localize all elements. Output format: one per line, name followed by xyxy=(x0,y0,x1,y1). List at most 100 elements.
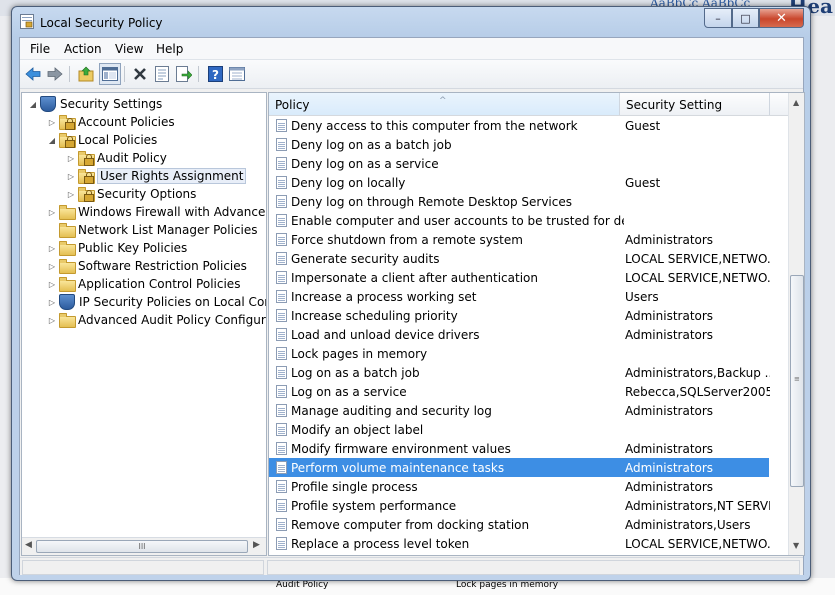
help-icon: ? xyxy=(207,66,223,82)
tree-item-label: Public Key Policies xyxy=(78,241,188,255)
expand-icon[interactable]: ▷ xyxy=(66,153,76,163)
up-folder-button[interactable] xyxy=(77,65,95,83)
tree-item-label: Security Options xyxy=(97,187,197,201)
menu-file[interactable]: File xyxy=(30,42,50,56)
policy-document-icon xyxy=(276,385,287,398)
background-tree-item: Audit Policy xyxy=(276,580,329,590)
policy-row[interactable]: Modify firmware environment values Admini… xyxy=(269,439,769,458)
help-button[interactable]: ? xyxy=(206,65,224,83)
expand-icon[interactable]: ▷ xyxy=(47,117,57,127)
policy-row[interactable]: Deny log on as a batch job xyxy=(269,135,769,154)
tree-item[interactable]: ▷ Account Policies xyxy=(47,113,175,131)
folder-icon xyxy=(59,205,76,220)
policy-document-icon xyxy=(276,157,287,170)
expand-icon[interactable]: ▷ xyxy=(47,297,57,307)
security-setting-cell: Administrators xyxy=(625,403,714,418)
policy-row[interactable]: Manage auditing and security log Administ… xyxy=(269,401,769,420)
expand-icon[interactable]: ▷ xyxy=(47,261,57,271)
show-hide-tree-button[interactable] xyxy=(99,63,121,85)
security-setting-cell: Users xyxy=(625,289,659,304)
toolbar-separator xyxy=(124,66,125,82)
tree-item[interactable]: ▷ Software Restriction Policies xyxy=(47,257,247,275)
export-list-button[interactable] xyxy=(175,65,193,83)
menu-help[interactable]: Help xyxy=(156,42,183,56)
policy-row[interactable]: Remove computer from docking station Admi… xyxy=(269,515,769,534)
menu-action[interactable]: Action xyxy=(64,42,102,56)
forward-button[interactable] xyxy=(46,65,64,83)
expand-icon[interactable]: ▷ xyxy=(47,279,57,289)
column-header-policy[interactable]: Policy ^ xyxy=(269,93,620,115)
policy-row[interactable]: Increase scheduling priority Administrato… xyxy=(269,306,769,325)
tree-item[interactable]: ▷ Security Options xyxy=(66,185,196,203)
policy-row[interactable]: Enable computer and user accounts to be … xyxy=(269,211,769,230)
policy-row[interactable]: Replace a process level token LOCAL SERVI… xyxy=(269,534,770,553)
tree-item[interactable]: ▷ Windows Firewall with Advanced Secu xyxy=(47,203,266,221)
collapse-icon[interactable]: ◢ xyxy=(28,99,38,109)
list-vertical-scrollbar[interactable]: ▲ ≡ ▼ xyxy=(788,93,804,555)
policy-row[interactable]: Deny log on through Remote Desktop Servi… xyxy=(269,192,769,211)
policy-document-icon xyxy=(276,347,287,360)
policy-row[interactable]: Lock pages in memory xyxy=(269,344,769,363)
expand-icon[interactable]: ▷ xyxy=(47,243,57,253)
expand-icon[interactable]: ▷ xyxy=(47,315,57,325)
policy-name-cell: Modify an object label xyxy=(291,422,424,437)
policy-row[interactable]: Increase a process working set Users xyxy=(269,287,769,306)
properties-button[interactable] xyxy=(153,65,171,83)
tree-item[interactable]: ▷ Advanced Audit Policy Configuration xyxy=(47,311,266,329)
minimize-button[interactable]: – xyxy=(704,8,732,28)
menu-view[interactable]: View xyxy=(115,42,143,56)
tree-item[interactable]: ▷ Application Control Policies xyxy=(47,275,240,293)
policy-name-cell: Replace a process level token xyxy=(291,536,470,551)
expand-icon[interactable]: ▷ xyxy=(47,207,57,217)
scrollbar-thumb[interactable]: III xyxy=(36,540,248,553)
expand-icon[interactable]: ▷ xyxy=(66,171,76,181)
scroll-right-icon[interactable]: ▶ xyxy=(253,540,260,550)
scroll-left-icon[interactable]: ◀ xyxy=(25,540,32,550)
policy-row[interactable]: Load and unload device drivers Administra… xyxy=(269,325,769,344)
tree-item-label: Network List Manager Policies xyxy=(78,223,258,237)
maximize-button[interactable]: □ xyxy=(732,8,759,28)
tree-item[interactable]: ◢ Security Settings xyxy=(28,95,162,113)
expand-icon[interactable] xyxy=(47,225,57,235)
view-button[interactable] xyxy=(228,65,246,83)
tree-item[interactable]: ▷ IP Security Policies on Local Compute xyxy=(47,293,266,311)
scroll-up-icon[interactable]: ▲ xyxy=(793,98,799,107)
policy-row[interactable]: Impersonate a client after authenticatio… xyxy=(269,268,770,287)
locked-folder-icon xyxy=(59,133,76,148)
policy-name-cell: Deny access to this computer from the ne… xyxy=(291,118,578,133)
tree-item[interactable]: Network List Manager Policies xyxy=(47,221,258,239)
policy-document-icon xyxy=(276,423,287,436)
delete-button[interactable] xyxy=(131,65,149,83)
scroll-grip-icon: ≡ xyxy=(794,375,800,383)
policy-row[interactable]: Deny log on locally Guest xyxy=(269,173,769,192)
policy-row[interactable]: Log on as a batch job Administrators,Back… xyxy=(269,363,770,382)
policy-row[interactable]: Deny log on as a service xyxy=(269,154,769,173)
tree-horizontal-scrollbar[interactable]: ◀ III ▶ xyxy=(22,537,266,555)
column-header-security-setting[interactable]: Security Setting xyxy=(620,93,770,115)
tree-item[interactable]: ▷ User Rights Assignment xyxy=(66,167,247,185)
title-bar[interactable]: Local Security Policy – □ ✕ xyxy=(12,7,810,37)
policy-document-icon xyxy=(276,537,287,550)
locked-folder-icon xyxy=(78,187,95,202)
policy-row[interactable]: Log on as a service Rebecca,SQLServer2005… xyxy=(269,382,770,401)
policy-row[interactable]: Profile single process Administrators xyxy=(269,477,769,496)
policy-row[interactable]: Modify an object label xyxy=(269,420,769,439)
security-setting-cell: Administrators,NT SERVI... xyxy=(625,498,770,513)
close-button[interactable]: ✕ xyxy=(759,8,804,28)
background-list-item: Lock pages in memory xyxy=(456,580,559,590)
policy-name-cell: Enable computer and user accounts to be … xyxy=(291,213,624,228)
policy-row[interactable]: Force shutdown from a remote system Admin… xyxy=(269,230,769,249)
tree-item[interactable]: ▷ Public Key Policies xyxy=(47,239,187,257)
scroll-down-icon[interactable]: ▼ xyxy=(793,541,799,550)
collapse-icon[interactable]: ◢ xyxy=(47,135,57,145)
policy-row[interactable]: Generate security audits LOCAL SERVICE,NE… xyxy=(269,249,770,268)
tree-item[interactable]: ▷ Audit Policy xyxy=(66,149,167,167)
policy-row[interactable]: Perform volume maintenance tasks Administ… xyxy=(269,458,769,477)
expand-icon[interactable]: ▷ xyxy=(66,189,76,199)
scrollbar-thumb[interactable]: ≡ xyxy=(790,275,804,487)
policy-name-cell: Impersonate a client after authenticatio… xyxy=(291,270,538,285)
policy-row[interactable]: Profile system performance Administrators… xyxy=(269,496,770,515)
policy-row[interactable]: Deny access to this computer from the ne… xyxy=(269,116,769,135)
tree-item[interactable]: ◢ Local Policies xyxy=(47,131,157,149)
back-button[interactable] xyxy=(24,65,42,83)
